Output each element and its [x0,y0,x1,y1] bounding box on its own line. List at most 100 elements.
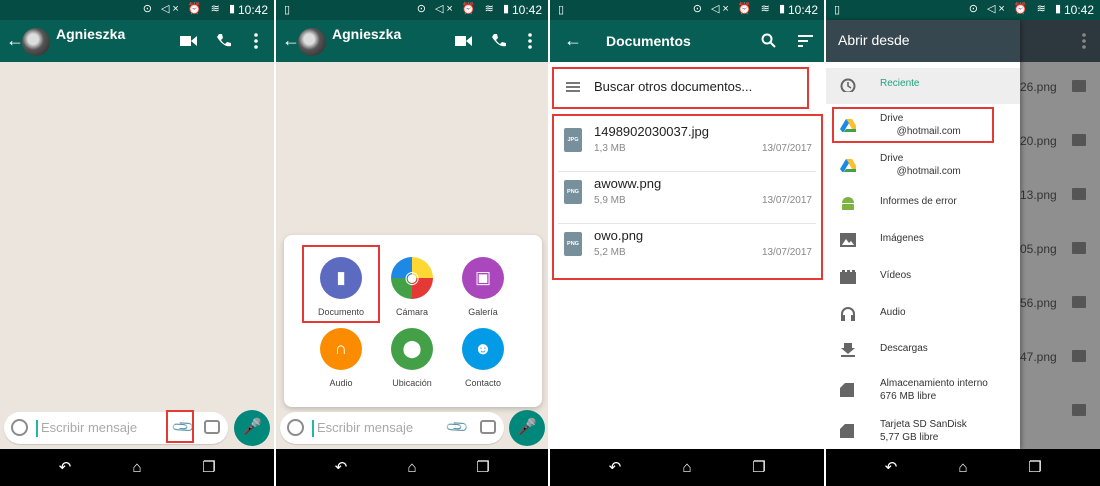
files-highlight [552,114,823,280]
drawer-item-label: Imágenes [880,233,924,244]
status-time: 10:42 [787,3,818,17]
back-arrow-icon[interactable]: ← [564,30,582,51]
drawer-item-videos[interactable]: Vídeos [826,260,1020,296]
more-options-icon[interactable] [1082,33,1086,49]
message-input[interactable]: Escribir mensaje [41,420,137,435]
chat-screen: ⊙ ◁× ⏰ ≋ ▮ 10:42 ← Agnieszka Escribir me… [0,0,274,486]
nav-recents-icon[interactable]: ❐ [749,458,769,478]
attach-contact-button[interactable]: ☻ Contacto [447,328,519,388]
download-icon [841,343,855,357]
drawer-header: Abrir desde [826,20,1020,62]
nav-back-icon[interactable]: ↶ [605,458,625,478]
attach-screen: ▯ ⊙ ◁× ⏰ ≋ ▮ 10:42 ← Agnieszka ▮ Documen… [276,0,548,486]
attach-audio-button[interactable]: ∩ Audio [305,328,377,388]
voice-call-icon[interactable] [216,33,232,49]
attach-camera-label: Cámara [395,307,428,317]
status-time: 10:42 [1063,3,1094,17]
attach-icon[interactable]: 📎 [444,414,470,440]
nav-home-icon[interactable]: ⌂ [953,458,973,478]
nav-back-icon[interactable]: ↶ [55,458,75,478]
open-from-drawer: Abrir desde Reciente Drive @hotmail.com … [826,20,1020,449]
list-item[interactable]: 47.png [1020,340,1100,394]
voice-call-icon[interactable] [491,33,507,49]
chat-app-bar: ← Agnieszka [0,20,274,62]
status-time: 10:42 [511,3,542,17]
image-icon [1072,80,1086,92]
location-icon: ⬤ [391,328,433,370]
contact-name[interactable]: Agnieszka [56,26,125,42]
image-icon [1072,134,1086,146]
image-icon [1072,404,1086,416]
open-from-screen: ▯ ⊙ ◁× ⏰ ≋ ▮ 10:42 26.png 20.png 13.png … [826,0,1100,486]
drawer-item-downloads[interactable]: Descargas [826,333,1020,369]
message-input[interactable]: Escribir mensaje [317,420,413,435]
documents-app-bar: ← Documentos [550,20,824,62]
nav-back-icon[interactable]: ↶ [881,458,901,478]
list-item[interactable]: 13.png [1020,178,1100,232]
nav-recents-icon[interactable]: ❐ [1025,458,1045,478]
more-options-icon[interactable] [528,33,532,49]
nav-recents-icon[interactable]: ❐ [473,458,493,478]
status-time: 10:42 [237,3,268,17]
chat-background [0,62,274,449]
underlying-app-bar [1020,20,1100,62]
nav-home-icon[interactable]: ⌂ [677,458,697,478]
drawer-item-images[interactable]: Imágenes [826,223,1020,259]
list-item[interactable]: 05.png [1020,232,1100,286]
image-icon [1072,188,1086,200]
drawer-item-sd-card[interactable]: Tarjeta SD SanDisk 5,77 GB libre [826,414,1020,450]
emoji-icon[interactable] [287,419,304,436]
drawer-item-internal-storage[interactable]: Almacenamiento interno 676 MB libre [826,373,1020,409]
nav-home-icon[interactable]: ⌂ [127,458,147,478]
nav-bar: ↶ ⌂ ❐ [0,449,274,486]
sdcard-icon [840,424,854,438]
status-bar: ▯ ⊙ ◁× ⏰ ≋ ▮ 10:42 [826,0,1100,20]
video-call-icon[interactable] [180,34,198,48]
image-icon [1072,350,1086,362]
status-bar: ⊙ ◁× ⏰ ≋ ▮ 10:42 [0,0,274,20]
avatar[interactable] [298,28,326,56]
drive-highlight [832,107,994,143]
drawer-item-label: Almacenamiento interno 676 MB libre [880,378,988,402]
list-item[interactable]: 26.png [1020,70,1100,124]
drawer-item-label: Vídeos [880,270,912,281]
attach-location-button[interactable]: ⬤ Ubicación [376,328,448,388]
list-item[interactable] [1020,394,1100,448]
list-item[interactable]: 56.png [1020,286,1100,340]
more-options-icon[interactable] [254,33,258,49]
message-input-bar[interactable]: Escribir mensaje 📎 [280,412,504,444]
video-call-icon[interactable] [455,34,473,48]
drawer-item-recent[interactable]: Reciente [826,68,1020,104]
contact-name[interactable]: Agnieszka [332,26,401,42]
drawer-item-bug-reports[interactable]: Informes de error [826,186,1020,222]
attach-gallery-button[interactable]: ▣ Galería [447,257,519,317]
drawer-item-audio[interactable]: Audio [826,297,1020,333]
message-input-bar[interactable]: Escribir mensaje 📎 [4,412,228,444]
nav-home-icon[interactable]: ⌂ [402,458,422,478]
status-bar: ▯ ⊙ ◁× ⏰ ≋ ▮ 10:42 [550,0,824,20]
video-icon [840,270,856,284]
list-item[interactable]: 20.png [1020,124,1100,178]
mic-button[interactable]: 🎤 [509,410,545,446]
mic-button[interactable]: 🎤 [234,410,270,446]
search-icon[interactable] [761,33,776,48]
avatar[interactable] [22,28,50,56]
nav-recents-icon[interactable]: ❐ [199,458,219,478]
attach-camera-button[interactable]: ◉ Cámara [376,257,448,317]
nav-bar: ↶ ⌂ ❐ [826,449,1100,486]
drawer-item-label: Drive @hotmail.com [880,153,961,177]
sdcard-icon [840,383,854,397]
emoji-icon[interactable] [11,419,28,436]
status-icons: ⊙ ◁× ⏰ ≋ ▮ [416,3,512,15]
drawer-item-label: Tarjeta SD SanDisk 5,77 GB libre [880,419,967,443]
drawer-item-drive-2[interactable]: Drive @hotmail.com [826,148,1020,184]
gallery-icon: ▣ [462,257,504,299]
attach-contact-label: Contacto [464,378,502,388]
text-cursor [36,420,38,437]
camera-icon[interactable] [204,420,220,434]
nav-back-icon[interactable]: ↶ [331,458,351,478]
search-other-highlight [552,67,809,109]
clock-icon [840,78,856,92]
sort-icon[interactable] [798,35,813,47]
camera-icon[interactable] [480,420,496,434]
